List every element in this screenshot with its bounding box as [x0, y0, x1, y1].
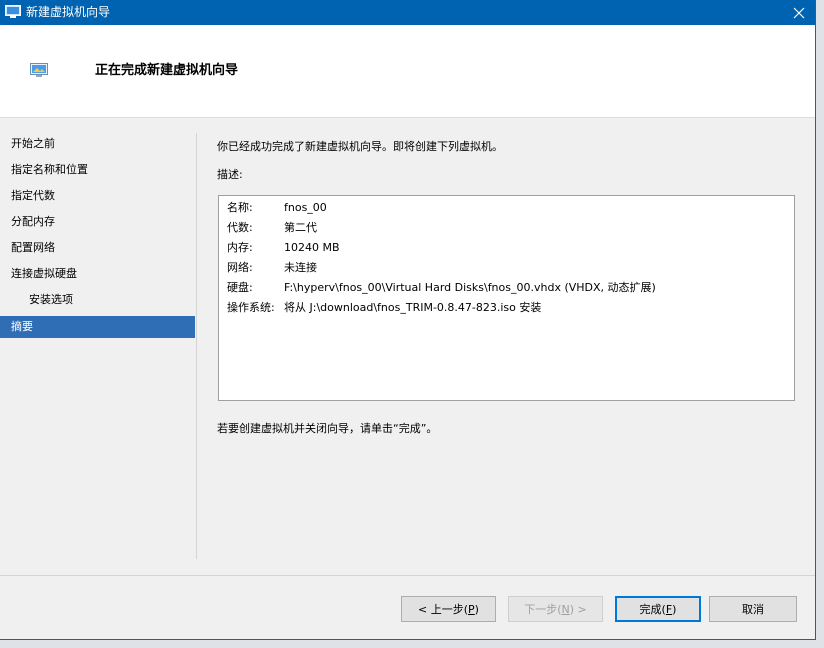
- summary-key: 硬盘:: [227, 281, 253, 294]
- summary-value: 未连接: [284, 261, 317, 274]
- sidebar-item-before-you-begin[interactable]: 开始之前: [0, 132, 195, 158]
- window-title: 新建虚拟机向导: [26, 5, 111, 19]
- previous-button-end: ): [474, 602, 479, 616]
- summary-row-disk: 硬盘: F:\hyperv\fnos_00\Virtual Hard Disks\…: [227, 281, 656, 295]
- vm-monitor-icon: [30, 63, 48, 77]
- previous-accel-key: P: [468, 602, 475, 616]
- finish-button-end: ): [672, 602, 677, 616]
- title-bar[interactable]: 新建虚拟机向导: [0, 0, 815, 25]
- description-label: 描述:: [217, 168, 243, 181]
- close-button[interactable]: [782, 0, 815, 25]
- finish-button[interactable]: 完成(F): [615, 596, 701, 622]
- sidebar-item-memory[interactable]: 分配内存: [0, 210, 195, 236]
- wizard-header: 正在完成新建虚拟机向导: [0, 25, 815, 118]
- summary-textbox[interactable]: 名称: fnos_00 代数: 第二代 内存: 10240 MB 网络: 未连接 硬盘:…: [218, 195, 795, 401]
- sidebar-item-network[interactable]: 配置网络: [0, 236, 195, 262]
- next-button-end: ) >: [569, 602, 587, 616]
- sidebar-item-virtual-disk[interactable]: 连接虚拟硬盘: [0, 262, 195, 288]
- next-button-label: 下一步(: [524, 603, 562, 616]
- summary-key: 名称:: [227, 201, 253, 214]
- summary-row-network: 网络: 未连接: [227, 261, 317, 275]
- sidebar-item-summary[interactable]: 摘要: [0, 316, 195, 338]
- wizard-window: 新建虚拟机向导 正在完成新建虚拟机向导 开始之前 指定名称和位置 指定代数 分配…: [0, 0, 816, 640]
- summary-key: 操作系统:: [227, 301, 275, 314]
- summary-key: 网络:: [227, 261, 253, 274]
- next-accel-key: N: [561, 602, 570, 616]
- summary-row-generation: 代数: 第二代: [227, 221, 317, 235]
- summary-key: 内存:: [227, 241, 253, 254]
- previous-button[interactable]: < 上一步(P): [401, 596, 496, 622]
- summary-value: 第二代: [284, 221, 317, 234]
- intro-text: 你已经成功完成了新建虚拟机向导。即将创建下列虚拟机。: [217, 140, 503, 153]
- summary-value: 10240 MB: [284, 241, 340, 254]
- summary-row-memory: 内存: 10240 MB: [227, 241, 340, 255]
- page-title: 正在完成新建虚拟机向导: [95, 63, 239, 78]
- button-bar: < 上一步(P) 下一步(N) > 完成(F) 取消: [0, 575, 815, 639]
- summary-value: F:\hyperv\fnos_00\Virtual Hard Disks\fno…: [284, 281, 656, 294]
- finish-button-label: 完成(: [639, 603, 666, 616]
- summary-key: 代数:: [227, 221, 253, 234]
- previous-button-label: < 上一步(: [418, 603, 469, 616]
- finish-instruction: 若要创建虚拟机并关闭向导，请单击“完成”。: [217, 422, 438, 435]
- vm-wizard-icon: [5, 5, 21, 18]
- sidebar-item-generation[interactable]: 指定代数: [0, 184, 195, 210]
- sidebar-item-install-options[interactable]: 安装选项: [0, 288, 195, 314]
- sidebar-item-name-location[interactable]: 指定名称和位置: [0, 158, 195, 184]
- wizard-steps-sidebar: 开始之前 指定名称和位置 指定代数 分配内存 配置网络 连接虚拟硬盘 安装选项 …: [0, 132, 195, 338]
- summary-value: 将从 J:\download\fnos_TRIM-0.8.47-823.iso …: [284, 301, 542, 314]
- summary-value: fnos_00: [284, 201, 327, 214]
- sidebar-divider: [196, 133, 197, 559]
- cancel-button[interactable]: 取消: [709, 596, 797, 622]
- summary-row-os: 操作系统: 将从 J:\download\fnos_TRIM-0.8.47-823…: [227, 301, 541, 315]
- close-icon: [793, 7, 805, 18]
- next-button[interactable]: 下一步(N) >: [508, 596, 603, 622]
- summary-row-name: 名称: fnos_00: [227, 201, 327, 215]
